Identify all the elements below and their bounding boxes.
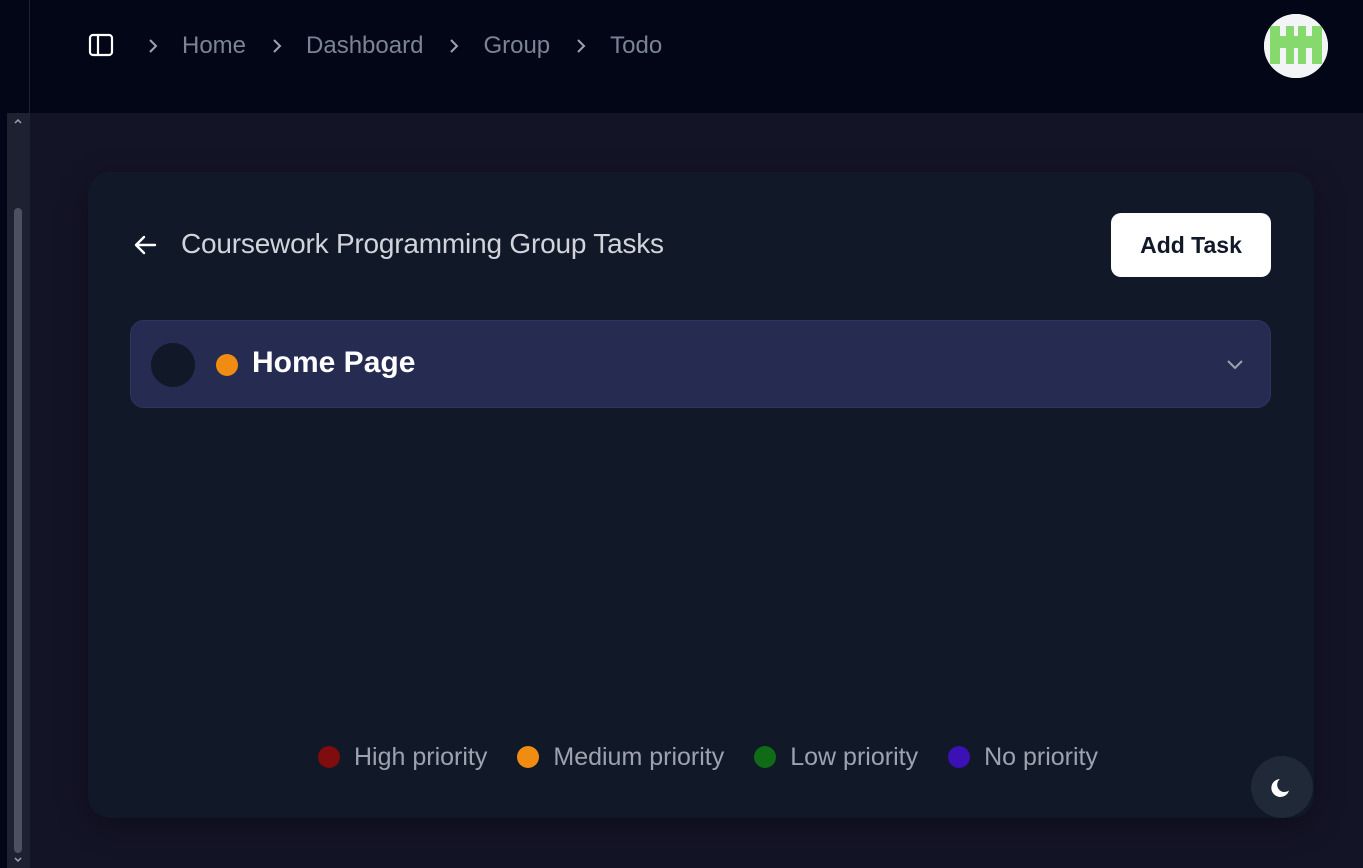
- legend-item-none: No priority: [948, 743, 1098, 772]
- legend-dot: [517, 746, 540, 768]
- avatar[interactable]: [1264, 14, 1328, 78]
- priority-legend: High priority Medium priority Low priori…: [318, 741, 1128, 773]
- task-row[interactable]: Home Page: [130, 320, 1271, 408]
- expand-task-button[interactable]: [1224, 357, 1246, 373]
- sidebar-panel-icon: [88, 33, 114, 57]
- task-card: Coursework Programming Group Tasks Add T…: [88, 172, 1314, 818]
- pixel-identicon-icon: [1264, 14, 1328, 78]
- legend-label: Medium priority: [553, 742, 725, 771]
- priority-dot: [216, 354, 238, 376]
- legend-item-low: Low priority: [754, 743, 918, 772]
- moon-icon: [1271, 779, 1289, 797]
- legend-label: High priority: [354, 742, 488, 771]
- legend-label: Low priority: [790, 742, 919, 771]
- chevron-right-icon: [576, 38, 592, 54]
- theme-toggle-button[interactable]: [1251, 756, 1313, 818]
- scroll-thumb[interactable]: [14, 208, 22, 853]
- legend-dot: [318, 746, 340, 768]
- chevron-right-icon: [148, 38, 164, 54]
- breadcrumb: Home Dashboard Group Todo: [148, 30, 662, 62]
- chevron-right-icon: [272, 38, 288, 54]
- legend-item-medium: Medium priority: [517, 743, 724, 772]
- add-task-button[interactable]: Add Task: [1111, 213, 1271, 277]
- top-header: Home Dashboard Group Todo: [30, 0, 1363, 113]
- chevron-right-icon: [449, 38, 465, 54]
- breadcrumb-home[interactable]: Home: [182, 32, 246, 60]
- page-title: Coursework Programming Group Tasks: [181, 228, 664, 259]
- task-name: Home Page: [252, 346, 416, 379]
- breadcrumb-todo: Todo: [610, 32, 663, 59]
- chevron-down-icon: [1227, 360, 1243, 370]
- arrow-left-icon: [134, 235, 157, 255]
- legend-item-high: High priority: [318, 743, 487, 772]
- sidebar-strip: [0, 0, 30, 868]
- scrollbar[interactable]: [7, 113, 29, 868]
- breadcrumb-dashboard[interactable]: Dashboard: [306, 32, 423, 60]
- sidebar-toggle-button[interactable]: [87, 31, 115, 59]
- scroll-down-icon[interactable]: [7, 854, 29, 868]
- scroll-up-icon[interactable]: [7, 115, 29, 129]
- back-button[interactable]: [132, 232, 158, 258]
- legend-dot: [754, 746, 777, 768]
- legend-dot: [948, 746, 971, 768]
- task-complete-toggle[interactable]: [151, 343, 195, 387]
- breadcrumb-group[interactable]: Group: [483, 32, 550, 60]
- legend-label: No priority: [984, 742, 1098, 771]
